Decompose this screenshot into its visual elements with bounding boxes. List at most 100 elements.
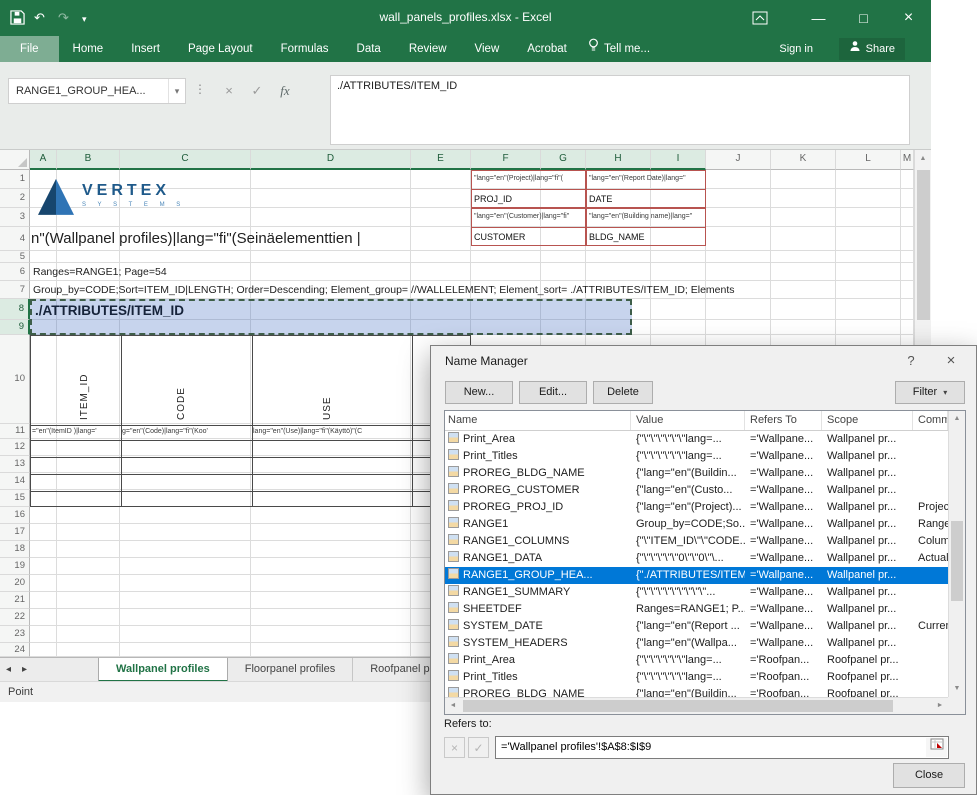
cell-project-label[interactable]: "lang="en"(Project)|lang="fi"( xyxy=(474,174,583,183)
filter-button[interactable]: Filter▾ xyxy=(895,381,965,404)
cell-range-def[interactable]: Ranges=RANGE1; Page=54 xyxy=(33,265,433,279)
maximize-button[interactable]: □ xyxy=(841,0,886,36)
column-header-C[interactable]: C xyxy=(120,150,251,170)
row-header-3[interactable]: 3 xyxy=(0,208,30,227)
ribbon-display-options-icon[interactable] xyxy=(752,11,768,30)
column-header-G[interactable]: G xyxy=(541,150,586,170)
name-box-dropdown-icon[interactable]: ▾ xyxy=(168,79,185,103)
ribbon-tab-page-layout[interactable]: Page Layout xyxy=(174,36,267,62)
row-header-5[interactable]: 5 xyxy=(0,251,30,263)
ribbon-tab-home[interactable]: Home xyxy=(59,36,118,62)
names-column-header-comment[interactable]: Comment xyxy=(913,411,948,430)
sign-in-link[interactable]: Sign in xyxy=(779,36,813,62)
ribbon-tab-data[interactable]: Data xyxy=(343,36,395,62)
column-header-M[interactable]: M xyxy=(901,150,914,170)
name-box[interactable]: RANGE1_GROUP_HEA... ▾ xyxy=(8,78,186,104)
cell-customer-label[interactable]: "lang="en"(Customer)|lang="fi" xyxy=(474,212,583,221)
row-header-20[interactable]: 20 xyxy=(0,575,30,592)
row-header-19[interactable]: 19 xyxy=(0,558,30,575)
name-row-print-area[interactable]: Print_Area{"\"\"\"\"\"\"lang=...='Roofpa… xyxy=(445,652,948,669)
name-row-range1[interactable]: RANGE1Group_by=CODE;So...='Wallpane...Wa… xyxy=(445,516,948,533)
row-header-1[interactable]: 1 xyxy=(0,170,30,189)
row-header-15[interactable]: 15 xyxy=(0,490,30,507)
select-all-corner[interactable] xyxy=(0,150,30,170)
row-header-4[interactable]: 4 xyxy=(0,227,30,251)
cell-bldg-name[interactable]: BLDG_NAME xyxy=(589,231,689,243)
formula-input[interactable]: ./ATTRIBUTES/ITEM_ID xyxy=(330,75,910,145)
dialog-close-button[interactable]: Close xyxy=(893,763,965,788)
column-header-E[interactable]: E xyxy=(411,150,471,170)
cell-group-def[interactable]: Group_by=CODE;Sort=ITEM_ID|LENGTH; Order… xyxy=(33,283,910,297)
edit-button[interactable]: Edit... xyxy=(519,381,587,404)
name-row-range1-data[interactable]: RANGE1_DATA{"\"\"\"\"\"0\"\"0\"\...='Wal… xyxy=(445,550,948,567)
row-header-8[interactable]: 8 xyxy=(0,299,30,320)
enter-icon[interactable]: ✓ xyxy=(244,80,270,102)
row-header-22[interactable]: 22 xyxy=(0,609,30,626)
range-select-icon[interactable] xyxy=(926,738,947,757)
scroll-down-icon[interactable]: ▼ xyxy=(949,681,965,697)
scroll-up-icon[interactable]: ▲ xyxy=(949,411,965,427)
dialog-vertical-scrollbar[interactable]: ▲ ▼ xyxy=(948,411,965,697)
sheet-tab-floorpanel-profiles[interactable]: Floorpanel profiles xyxy=(228,658,354,682)
row-header-17[interactable]: 17 xyxy=(0,524,30,541)
row-header-21[interactable]: 21 xyxy=(0,592,30,609)
cell-proj-id[interactable]: PROJ_ID xyxy=(474,193,574,205)
column-header-J[interactable]: J xyxy=(706,150,771,170)
name-row-proreg-bldg-name[interactable]: PROREG_BLDG_NAME{"lang="en"(Buildin...='… xyxy=(445,686,948,697)
row-header-24[interactable]: 24 xyxy=(0,643,30,657)
tab-nav-next-icon[interactable]: ▸ xyxy=(22,658,27,682)
name-row-print-area[interactable]: Print_Area{"\"\"\"\"\"\"lang=...='Wallpa… xyxy=(445,431,948,448)
name-row-sheetdef[interactable]: SHEETDEFRanges=RANGE1; P...='Wallpane...… xyxy=(445,601,948,618)
cancel-icon[interactable]: × xyxy=(216,80,242,102)
dialog-vscrollbar-thumb[interactable] xyxy=(951,521,963,601)
name-row-system-headers[interactable]: SYSTEM_HEADERS{"lang="en"(Wallpa...='Wal… xyxy=(445,635,948,652)
ribbon-tab-formulas[interactable]: Formulas xyxy=(267,36,343,62)
refers-cancel-icon[interactable]: × xyxy=(444,737,465,758)
row-header-6[interactable]: 6 xyxy=(0,263,30,281)
dialog-horizontal-scrollbar[interactable]: ◄ ► xyxy=(445,697,948,714)
cell-date[interactable]: DATE xyxy=(589,193,689,205)
refers-to-input[interactable]: ='Wallpanel profiles'!$A$8:$I$9 xyxy=(495,736,949,759)
names-column-header-value[interactable]: Value xyxy=(631,411,745,430)
names-column-header-refers-to[interactable]: Refers To xyxy=(745,411,822,430)
cell-data-def-3[interactable]: lang="en"(Use)|lang="fi"(Käyttö)"(C xyxy=(253,427,409,436)
new-button[interactable]: New... xyxy=(445,381,513,404)
name-row-proreg-bldg-name[interactable]: PROREG_BLDG_NAME{"lang="en"(Buildin...='… xyxy=(445,465,948,482)
cell-header-use[interactable]: USE xyxy=(322,340,338,420)
delete-button[interactable]: Delete xyxy=(593,381,653,404)
dialog-close-icon[interactable]: × xyxy=(939,351,963,371)
row-header-12[interactable]: 12 xyxy=(0,439,30,456)
name-row-range1-group-hea[interactable]: RANGE1_GROUP_HEA...{"./ATTRIBUTES/ITEM..… xyxy=(445,567,948,584)
scroll-up-icon[interactable]: ▲ xyxy=(915,150,931,167)
scroll-left-icon[interactable]: ◄ xyxy=(445,698,461,714)
close-button[interactable]: × xyxy=(886,0,931,36)
row-header-7[interactable]: 7 xyxy=(0,281,30,299)
name-row-print-titles[interactable]: Print_Titles{"\"\"\"\"\"\"lang=...='Roof… xyxy=(445,669,948,686)
column-header-I[interactable]: I xyxy=(651,150,706,170)
help-icon[interactable]: ? xyxy=(899,351,923,371)
row-header-2[interactable]: 2 xyxy=(0,189,30,208)
name-row-system-date[interactable]: SYSTEM_DATE{"lang="en"(Report ...='Wallp… xyxy=(445,618,948,635)
row-header-13[interactable]: 13 xyxy=(0,456,30,473)
refers-enter-icon[interactable]: ✓ xyxy=(468,737,489,758)
names-column-header-scope[interactable]: Scope xyxy=(822,411,913,430)
vertical-scrollbar-thumb[interactable] xyxy=(917,170,930,320)
row-header-11[interactable]: 11 xyxy=(0,424,30,439)
name-row-range1-summary[interactable]: RANGE1_SUMMARY{"\"\"\"\"\"\"\"\"\"...='W… xyxy=(445,584,948,601)
ribbon-tab-acrobat[interactable]: Acrobat xyxy=(513,36,581,62)
column-header-A[interactable]: A xyxy=(30,150,57,170)
cell-report-date-label[interactable]: "lang="en"(Report Date)|lang=" xyxy=(589,174,703,183)
row-header-14[interactable]: 14 xyxy=(0,473,30,490)
ribbon-tab-review[interactable]: Review xyxy=(395,36,461,62)
insert-function-icon[interactable]: fx xyxy=(272,80,298,102)
ribbon-tab-insert[interactable]: Insert xyxy=(117,36,174,62)
name-row-proreg-proj-id[interactable]: PROREG_PROJ_ID{"lang="en"(Project)...='W… xyxy=(445,499,948,516)
cell-header-item-id[interactable]: ITEM_ID xyxy=(79,340,95,420)
ribbon-tab-file[interactable]: File xyxy=(0,36,59,62)
cell-sheet-title[interactable]: n"(Wallpanel profiles)|lang="fi"(Seinäel… xyxy=(31,229,467,249)
cell-building-label[interactable]: "lang="en"(Building name)|lang=" xyxy=(589,212,703,221)
dialog-hscrollbar-thumb[interactable] xyxy=(463,700,893,712)
row-header-10[interactable]: 10 xyxy=(0,335,30,424)
tab-nav-prev-icon[interactable]: ◂ xyxy=(6,658,11,682)
row-header-16[interactable]: 16 xyxy=(0,507,30,524)
